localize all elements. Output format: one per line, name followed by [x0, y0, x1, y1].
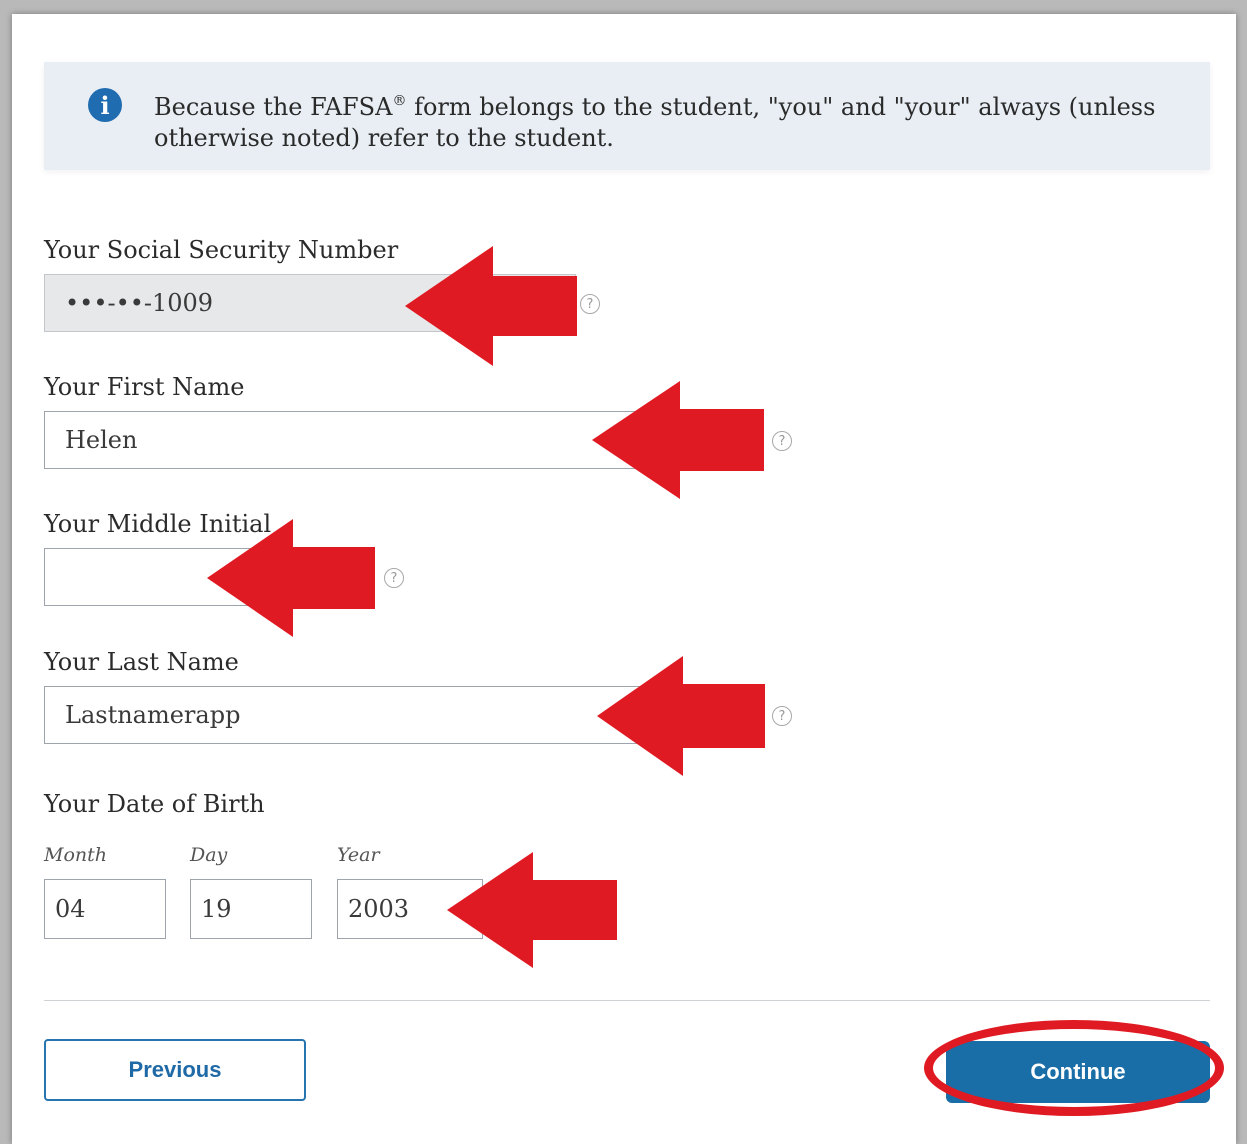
middle-initial-field[interactable] — [44, 548, 374, 606]
ssn-label: Your Social Security Number — [44, 236, 399, 264]
day-label: Day — [190, 844, 228, 866]
month-field[interactable]: 04 — [44, 879, 166, 939]
info-text: Because the FAFSA® form belongs to the s… — [154, 86, 1164, 154]
previous-button[interactable]: Previous — [44, 1039, 306, 1101]
month-label: Month — [44, 844, 108, 866]
info-icon: i — [88, 88, 122, 122]
divider — [44, 1000, 1210, 1001]
continue-button[interactable]: Continue — [946, 1041, 1210, 1103]
year-label: Year — [337, 844, 380, 866]
year-field[interactable]: 2003 — [337, 879, 483, 939]
first-name-help-icon[interactable]: ? — [772, 431, 792, 451]
first-name-label: Your First Name — [44, 373, 245, 401]
last-name-label: Your Last Name — [44, 648, 239, 676]
day-field[interactable]: 19 — [190, 879, 312, 939]
last-name-field[interactable]: Lastnamerapp — [44, 686, 764, 744]
last-name-help-icon[interactable]: ? — [772, 706, 792, 726]
middle-initial-help-icon[interactable]: ? — [384, 568, 404, 588]
dob-label: Your Date of Birth — [44, 790, 265, 818]
ssn-field: •••-••-1009 — [44, 274, 576, 332]
ssn-help-icon[interactable]: ? — [580, 294, 600, 314]
middle-initial-label: Your Middle Initial — [44, 510, 272, 538]
registered-mark: ® — [392, 93, 407, 109]
info-text-main: Because the FAFSA — [154, 93, 393, 121]
first-name-field[interactable]: Helen — [44, 411, 764, 469]
